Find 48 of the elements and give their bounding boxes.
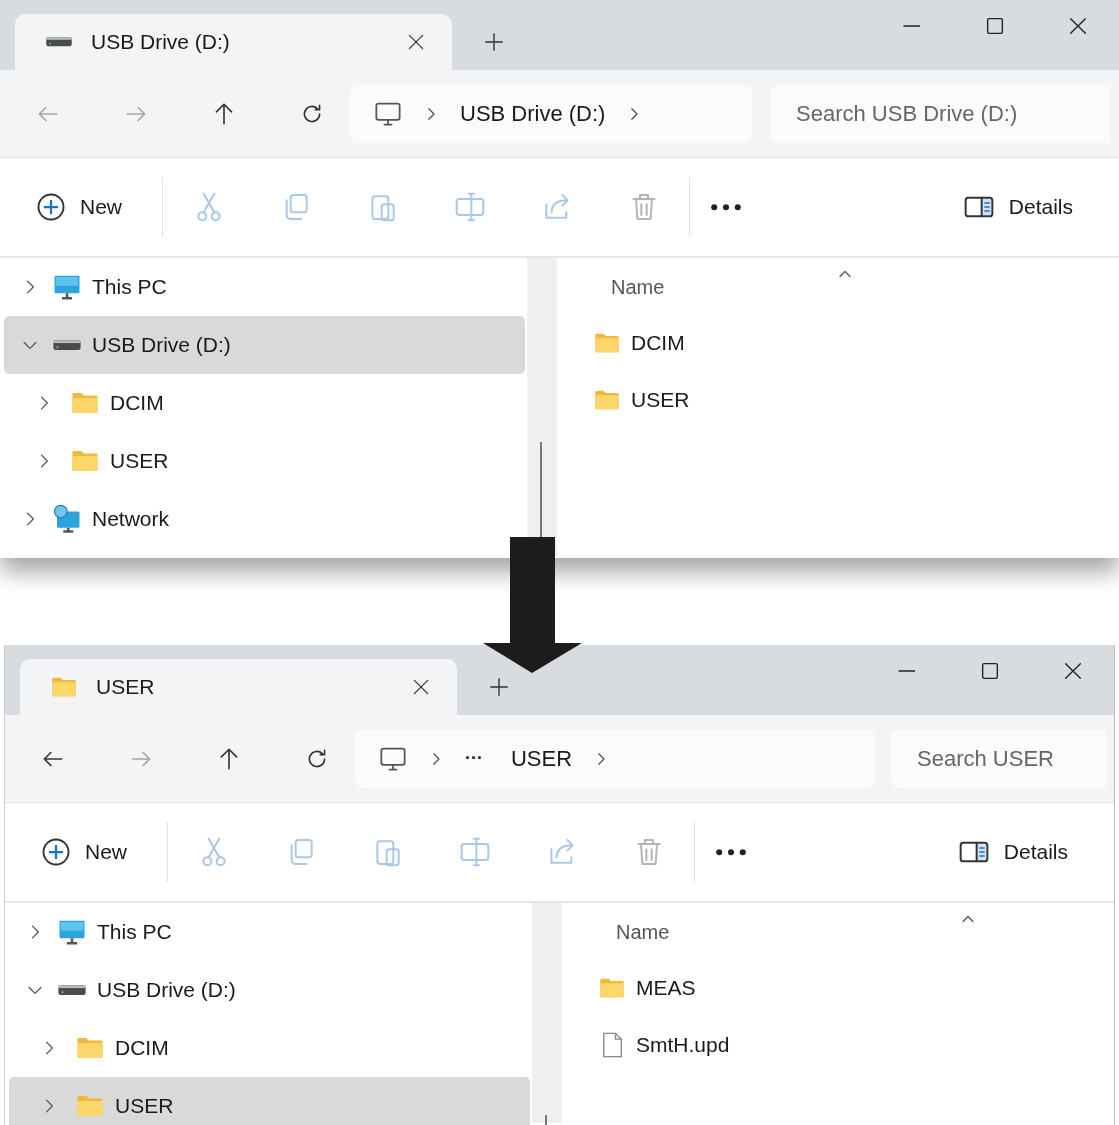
tree-item[interactable]: USER bbox=[9, 1077, 530, 1125]
new-button[interactable]: New bbox=[41, 830, 127, 874]
tree-item[interactable]: DCIM bbox=[9, 1019, 530, 1077]
plus-circle-icon bbox=[36, 192, 66, 222]
tree-item[interactable]: USER bbox=[4, 432, 525, 490]
column-header[interactable]: Name bbox=[593, 262, 855, 314]
address-bar[interactable]: USB Drive (D:) bbox=[350, 84, 752, 143]
rename-icon bbox=[454, 191, 486, 223]
file-item[interactable]: USER bbox=[593, 371, 700, 428]
minimize-icon bbox=[902, 25, 921, 27]
tab[interactable]: USER bbox=[20, 659, 457, 715]
drive-icon bbox=[57, 983, 87, 997]
breadcrumb-overflow-button[interactable]: ··· bbox=[465, 748, 483, 769]
details-button[interactable]: Details bbox=[957, 830, 1068, 874]
tree-item[interactable]: USB Drive (D:) bbox=[4, 316, 525, 374]
tree-item[interactable]: This PC bbox=[4, 258, 525, 316]
tree-item[interactable]: DCIM bbox=[4, 374, 525, 432]
close-icon bbox=[411, 677, 431, 697]
rename-icon bbox=[459, 836, 491, 868]
tree-item[interactable]: This PC bbox=[9, 903, 530, 961]
breadcrumb[interactable]: USER bbox=[511, 745, 573, 772]
minimize-icon bbox=[897, 670, 916, 672]
new-button[interactable]: New bbox=[36, 185, 122, 229]
scrollbar[interactable] bbox=[532, 903, 562, 1123]
file-item[interactable]: DCIM bbox=[593, 314, 695, 371]
scrollbar[interactable] bbox=[527, 258, 557, 556]
tree-item[interactable]: USB Drive (D:) bbox=[9, 961, 530, 1019]
address-bar[interactable]: ··· USER bbox=[355, 729, 875, 788]
plus-icon bbox=[488, 676, 510, 698]
file-item[interactable]: SmtH.upd bbox=[598, 1016, 740, 1073]
tab[interactable]: USB Drive (D:) bbox=[15, 14, 452, 70]
network-computer-icon bbox=[52, 504, 82, 534]
search-field[interactable]: Search USB Drive (D:) bbox=[770, 84, 1110, 143]
new-tab-button[interactable] bbox=[488, 676, 510, 698]
breadcrumb[interactable]: USB Drive (D:) bbox=[460, 100, 606, 127]
tree-item[interactable]: Network bbox=[4, 490, 525, 548]
column-header[interactable]: Name bbox=[598, 907, 978, 959]
new-tab-button[interactable] bbox=[483, 31, 505, 53]
more-icon bbox=[710, 202, 742, 212]
more-icon bbox=[715, 847, 747, 857]
close-icon bbox=[406, 32, 426, 52]
plus-circle-icon bbox=[41, 837, 71, 867]
drive-icon bbox=[45, 36, 73, 48]
plus-icon bbox=[483, 31, 505, 53]
drive-icon bbox=[52, 338, 82, 352]
file-item[interactable]: MEAS bbox=[598, 959, 706, 1016]
search-field[interactable]: Search USER bbox=[891, 729, 1106, 788]
details-button[interactable]: Details bbox=[962, 185, 1073, 229]
